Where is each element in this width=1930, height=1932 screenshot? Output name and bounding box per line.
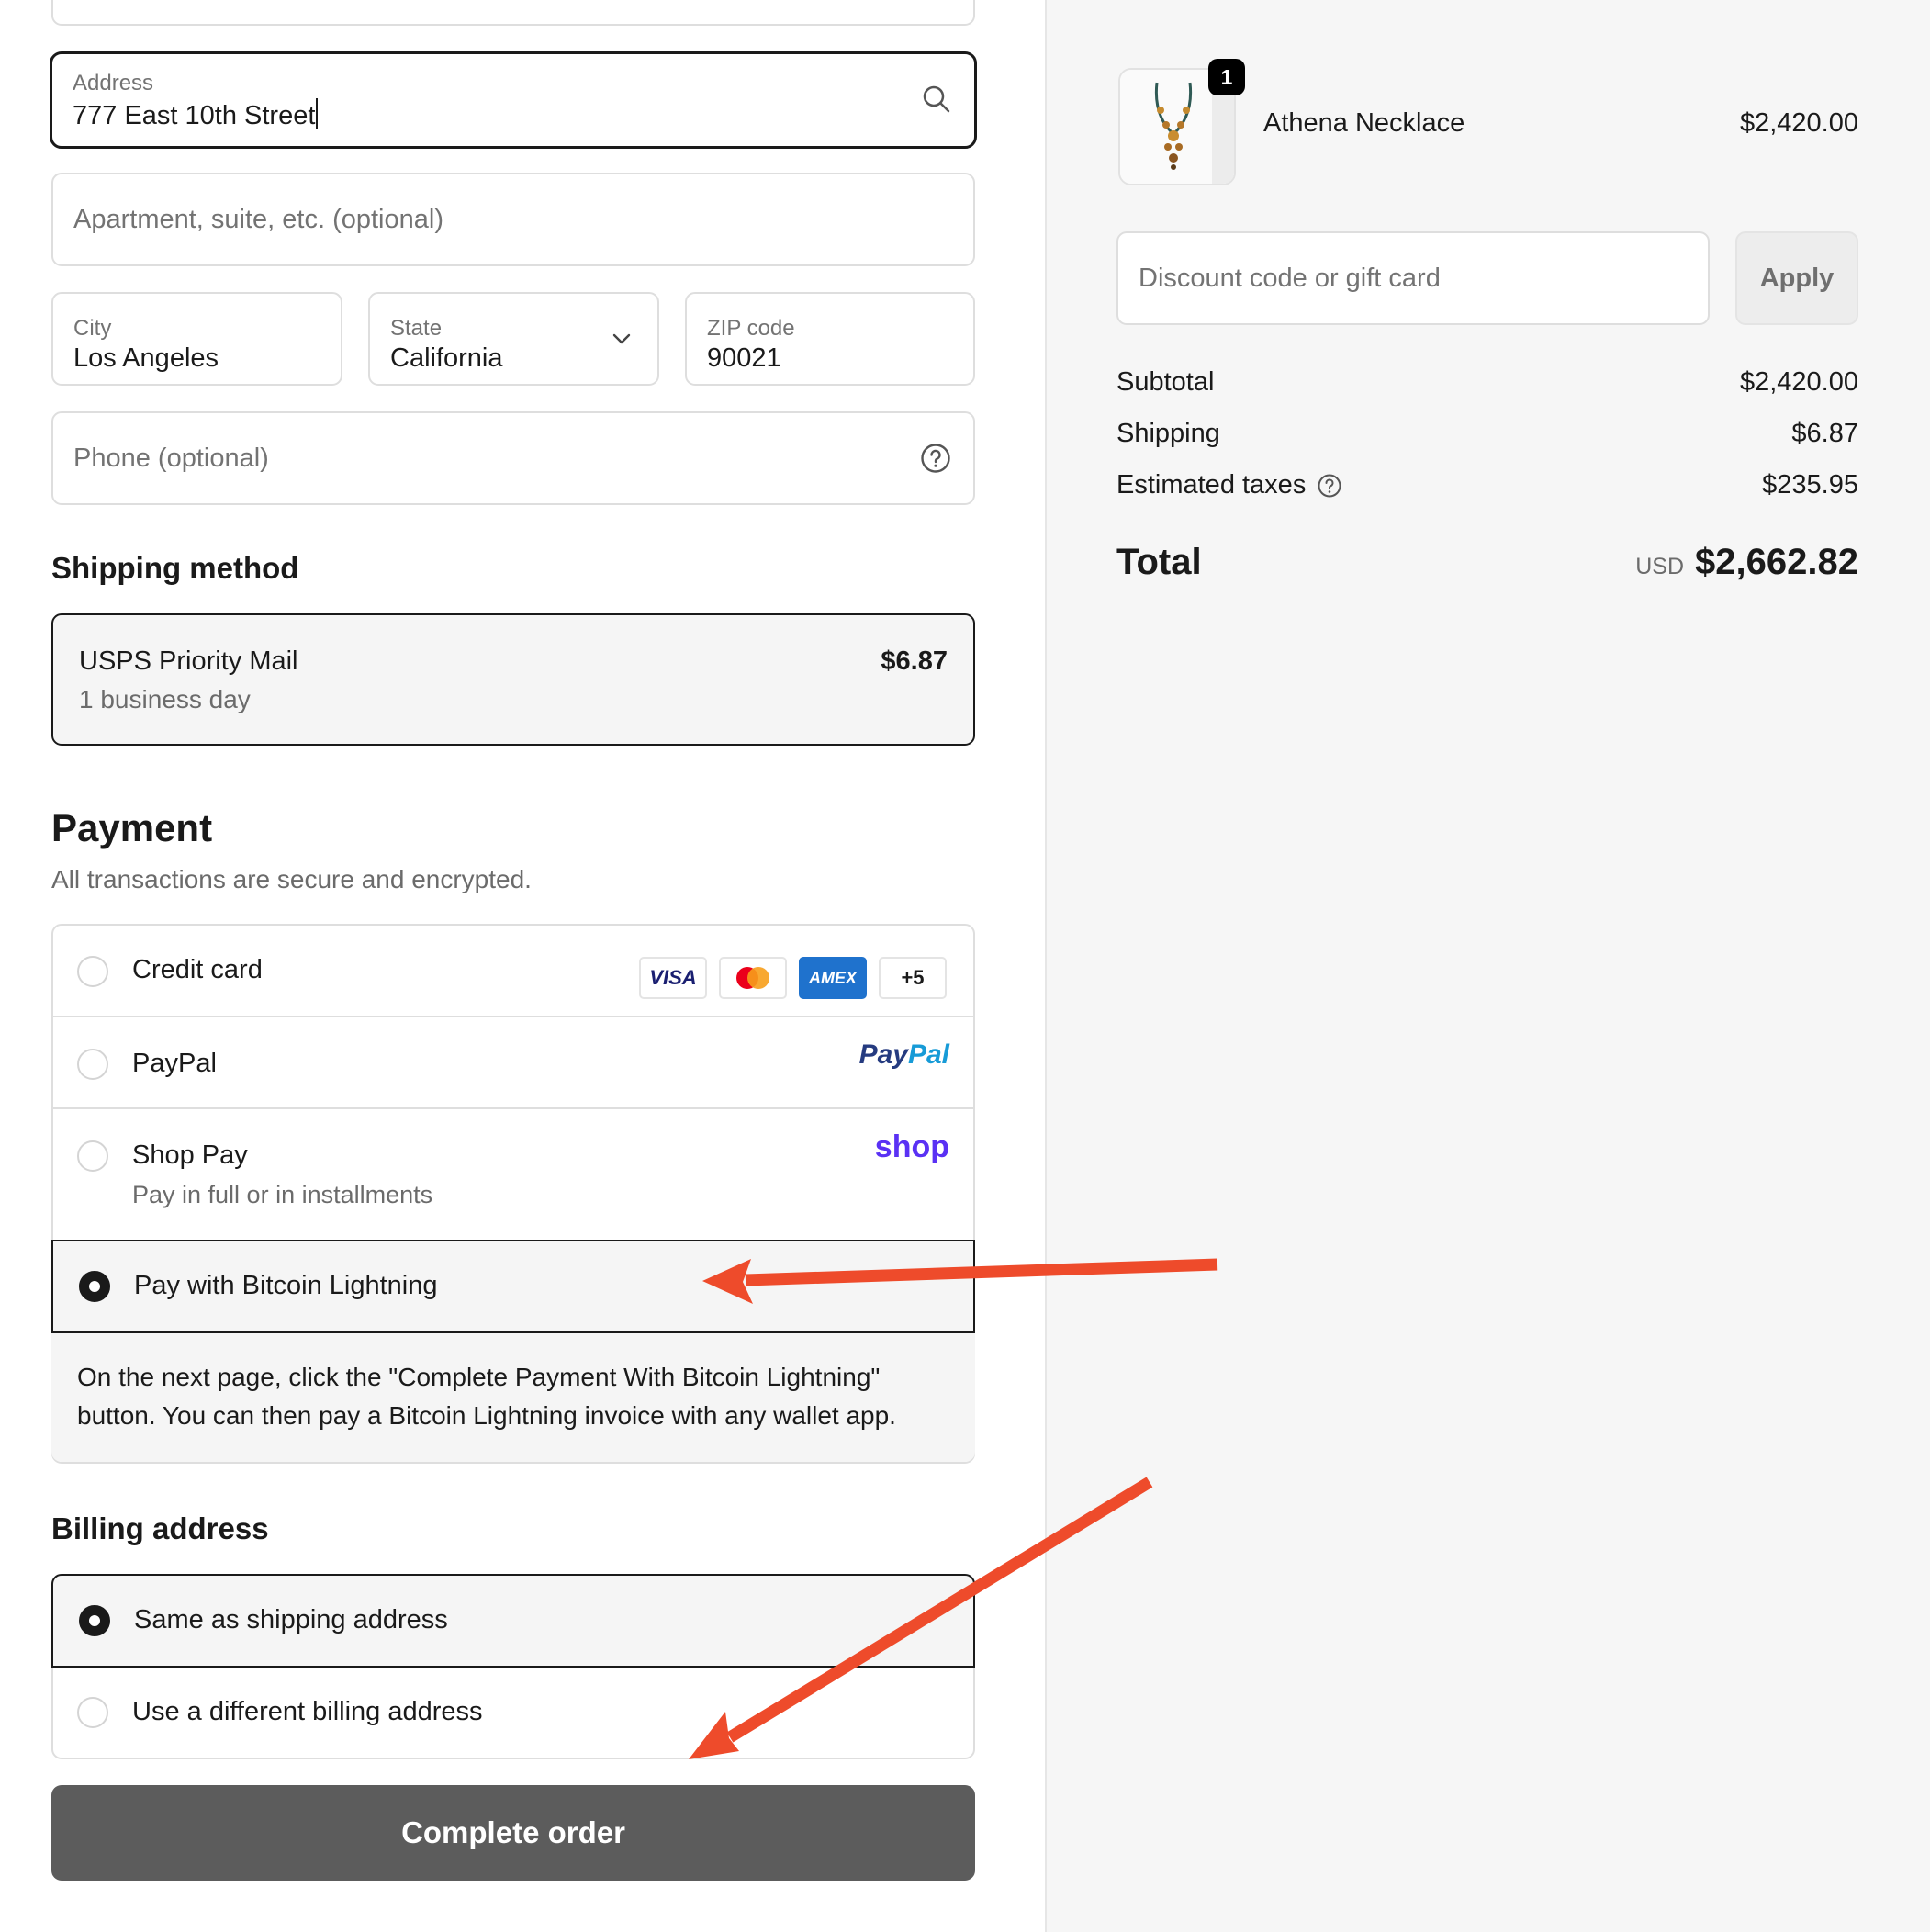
total-amount: USD $2,662.82: [1635, 542, 1858, 583]
apply-label: Apply: [1759, 263, 1835, 293]
bitcoin-lightning-label: Pay with Bitcoin Lightning: [134, 1271, 438, 1300]
payment-subheading: All transactions are secure and encrypte…: [51, 865, 532, 893]
credit-card-radio[interactable]: [77, 956, 108, 987]
address-label: Address: [73, 71, 154, 95]
shipping-option-eta: 1 business day: [79, 685, 251, 713]
apartment-placeholder: Apartment, suite, etc. (optional): [73, 204, 443, 234]
total-value: $2,662.82: [1695, 542, 1858, 582]
shipping-option-name: USPS Priority Mail: [79, 646, 298, 676]
phone-placeholder: Phone (optional): [73, 443, 269, 473]
subtotal-label: Subtotal: [1116, 367, 1215, 397]
total-label: Total: [1116, 542, 1202, 582]
zip-value: 90021: [707, 343, 781, 373]
shipping-option-price: $6.87: [881, 646, 948, 676]
bitcoin-lightning-radio[interactable]: [79, 1271, 110, 1302]
paypal-radio[interactable]: [77, 1049, 108, 1080]
state-value: California: [390, 343, 503, 373]
zip-field[interactable]: ZIP code 90021: [685, 292, 975, 386]
text-cursor: [316, 98, 319, 129]
payment-option-shop-pay[interactable]: Shop Pay Pay in full or in installments …: [51, 1111, 975, 1240]
city-label: City: [73, 316, 112, 341]
apply-discount-button[interactable]: Apply: [1735, 231, 1858, 325]
product-name: Athena Necklace: [1263, 108, 1465, 138]
payment-heading: Payment: [51, 806, 213, 849]
apartment-field[interactable]: Apartment, suite, etc. (optional): [51, 173, 975, 266]
taxes-value: $235.95: [1762, 470, 1858, 500]
mastercard-icon: [719, 957, 787, 999]
taxes-help-icon[interactable]: [1317, 473, 1342, 506]
bitcoin-lightning-info: On the next page, click the "Complete Pa…: [51, 1333, 975, 1462]
phone-field[interactable]: Phone (optional): [51, 411, 975, 505]
subtotal-value: $2,420.00: [1739, 367, 1858, 397]
bitcoin-info-line-1: On the next page, click the "Complete Pa…: [77, 1363, 881, 1391]
paypal-logo: PayPal: [858, 1039, 949, 1070]
state-label: State: [390, 316, 443, 341]
shop-pay-sublabel: Pay in full or in installments: [132, 1181, 433, 1208]
billing-option-same[interactable]: Same as shipping address: [51, 1574, 975, 1668]
more-cards-badge: +5: [879, 957, 947, 999]
billing-different-radio[interactable]: [77, 1697, 108, 1728]
shipping-method-heading: Shipping method: [51, 551, 299, 585]
discount-code-placeholder: Discount code or gift card: [1139, 263, 1441, 293]
currency-code: USD: [1635, 554, 1685, 579]
subtotal-row: Subtotal $2,420.00: [1116, 367, 1858, 398]
shop-pay-logo: shop: [874, 1129, 949, 1164]
taxes-label: Estimated taxes: [1116, 470, 1307, 500]
previous-field[interactable]: [51, 0, 975, 26]
billing-same-label: Same as shipping address: [134, 1605, 448, 1634]
credit-card-label: Credit card: [132, 955, 263, 984]
shipping-label: Shipping: [1116, 419, 1220, 448]
discount-code-input[interactable]: Discount code or gift card: [1116, 231, 1710, 325]
billing-different-label: Use a different billing address: [132, 1697, 483, 1726]
billing-option-different[interactable]: Use a different billing address: [51, 1669, 975, 1758]
address-value: 777 East 10th Street: [73, 98, 319, 131]
complete-order-label: Complete order: [401, 1815, 625, 1849]
billing-same-radio[interactable]: [79, 1605, 110, 1636]
shipping-value: $6.87: [1791, 419, 1858, 448]
city-field[interactable]: City Los Angeles: [51, 292, 342, 386]
amex-icon: AMEX: [799, 957, 867, 999]
shipping-row: Shipping $6.87: [1116, 419, 1858, 449]
taxes-row: Estimated taxes $235.95: [1116, 470, 1858, 500]
city-value: Los Angeles: [73, 343, 219, 373]
quantity-badge: 1: [1208, 59, 1245, 95]
payment-option-paypal[interactable]: PayPal PayPal: [51, 1019, 975, 1109]
visa-icon: VISA: [639, 957, 707, 999]
shipping-option-usps[interactable]: USPS Priority Mail 1 business day $6.87: [51, 613, 975, 746]
shop-pay-radio[interactable]: [77, 1140, 108, 1172]
billing-address-heading: Billing address: [51, 1511, 269, 1545]
payment-option-bitcoin-lightning[interactable]: Pay with Bitcoin Lightning: [51, 1240, 975, 1333]
state-select[interactable]: State California: [368, 292, 659, 386]
shop-pay-label: Shop Pay: [132, 1140, 248, 1170]
complete-order-button[interactable]: Complete order: [51, 1785, 975, 1881]
payment-option-credit-card[interactable]: Credit card VISA AMEX +5: [51, 926, 975, 1017]
bitcoin-info-line-2: button. You can then pay a Bitcoin Light…: [77, 1401, 896, 1430]
address-field[interactable]: Address 777 East 10th Street: [50, 51, 977, 149]
zip-label: ZIP code: [707, 316, 795, 341]
product-price: $2,420.00: [1739, 108, 1858, 138]
paypal-label: PayPal: [132, 1049, 217, 1078]
help-icon[interactable]: [920, 443, 951, 478]
search-icon[interactable]: [921, 84, 952, 115]
chevron-down-icon: [612, 329, 632, 354]
